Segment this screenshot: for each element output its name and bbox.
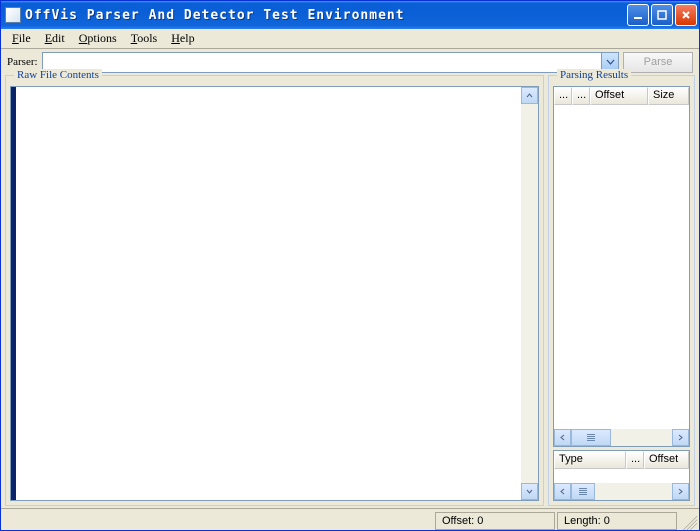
raw-file-groupbox: Raw File Contents <box>5 75 544 506</box>
details-col-offset[interactable]: Offset <box>644 451 689 469</box>
scroll-up-button[interactable] <box>521 87 538 104</box>
menu-help[interactable]: Help <box>164 29 201 48</box>
parser-label: Parser: <box>7 56 38 68</box>
details-col-type[interactable]: Type <box>554 451 626 469</box>
chevron-down-icon <box>606 59 615 65</box>
scroll-track[interactable] <box>611 429 672 446</box>
results-horizontal-scrollbar[interactable] <box>554 429 689 446</box>
maximize-button[interactable] <box>651 4 673 26</box>
details-grid-body[interactable] <box>554 469 689 483</box>
results-tree-body[interactable] <box>554 105 689 429</box>
scroll-track[interactable] <box>521 104 538 483</box>
parser-combobox[interactable] <box>42 52 619 73</box>
details-col-dots[interactable]: ... <box>626 451 644 469</box>
menu-file[interactable]: File <box>5 29 38 48</box>
scroll-track[interactable] <box>595 483 672 500</box>
grip-icon <box>579 488 587 496</box>
menubar: File Edit Options Tools Help <box>1 29 699 49</box>
chevron-left-icon <box>560 488 565 495</box>
parser-input[interactable] <box>43 53 601 72</box>
scroll-thumb[interactable] <box>571 483 595 500</box>
raw-vertical-scrollbar[interactable] <box>521 87 538 500</box>
results-col-offset[interactable]: Offset <box>590 87 648 105</box>
results-col-2[interactable]: ... <box>572 87 590 105</box>
parse-button[interactable]: Parse <box>623 52 693 73</box>
results-columns-header: ... ... Offset Size <box>554 87 689 105</box>
window-buttons <box>627 4 697 26</box>
raw-file-viewer[interactable] <box>10 86 539 501</box>
scroll-right-button[interactable] <box>672 429 689 446</box>
grip-icon <box>587 434 595 442</box>
scroll-left-button[interactable] <box>554 429 571 446</box>
raw-file-legend: Raw File Contents <box>14 69 102 81</box>
chevron-up-icon <box>526 93 533 98</box>
close-button[interactable] <box>675 4 697 26</box>
results-col-1[interactable]: ... <box>554 87 572 105</box>
chevron-down-icon <box>526 489 533 494</box>
menu-tools[interactable]: Tools <box>124 29 165 48</box>
scroll-thumb[interactable] <box>571 429 611 446</box>
parsing-results-groupbox: Parsing Results ... ... Offset Size <box>548 75 695 506</box>
app-icon <box>5 7 21 23</box>
status-length: Length: 0 <box>557 512 677 530</box>
chevron-left-icon <box>560 434 565 441</box>
details-grid[interactable]: Type ... Offset <box>553 450 690 501</box>
chevron-right-icon <box>678 434 683 441</box>
scroll-down-button[interactable] <box>521 483 538 500</box>
results-col-size[interactable]: Size <box>648 87 689 105</box>
scroll-left-button[interactable] <box>554 483 571 500</box>
menu-options[interactable]: Options <box>72 29 124 48</box>
main-body: Raw File Contents Parsing Results ... . <box>1 75 699 508</box>
details-horizontal-scrollbar[interactable] <box>554 483 689 500</box>
resize-grip[interactable] <box>679 512 697 530</box>
scroll-right-button[interactable] <box>672 483 689 500</box>
details-columns-header: Type ... Offset <box>554 451 689 469</box>
menu-edit[interactable]: Edit <box>38 29 72 48</box>
chevron-right-icon <box>678 488 683 495</box>
raw-file-body[interactable] <box>16 87 521 500</box>
minimize-button[interactable] <box>627 4 649 26</box>
window-title: OffVis Parser And Detector Test Environm… <box>25 8 627 23</box>
parsing-results-legend: Parsing Results <box>557 69 631 81</box>
statusbar: Offset: 0 Length: 0 <box>1 508 699 530</box>
titlebar: OffVis Parser And Detector Test Environm… <box>1 1 699 29</box>
results-tree[interactable]: ... ... Offset Size <box>553 86 690 447</box>
status-offset: Offset: 0 <box>435 512 555 530</box>
